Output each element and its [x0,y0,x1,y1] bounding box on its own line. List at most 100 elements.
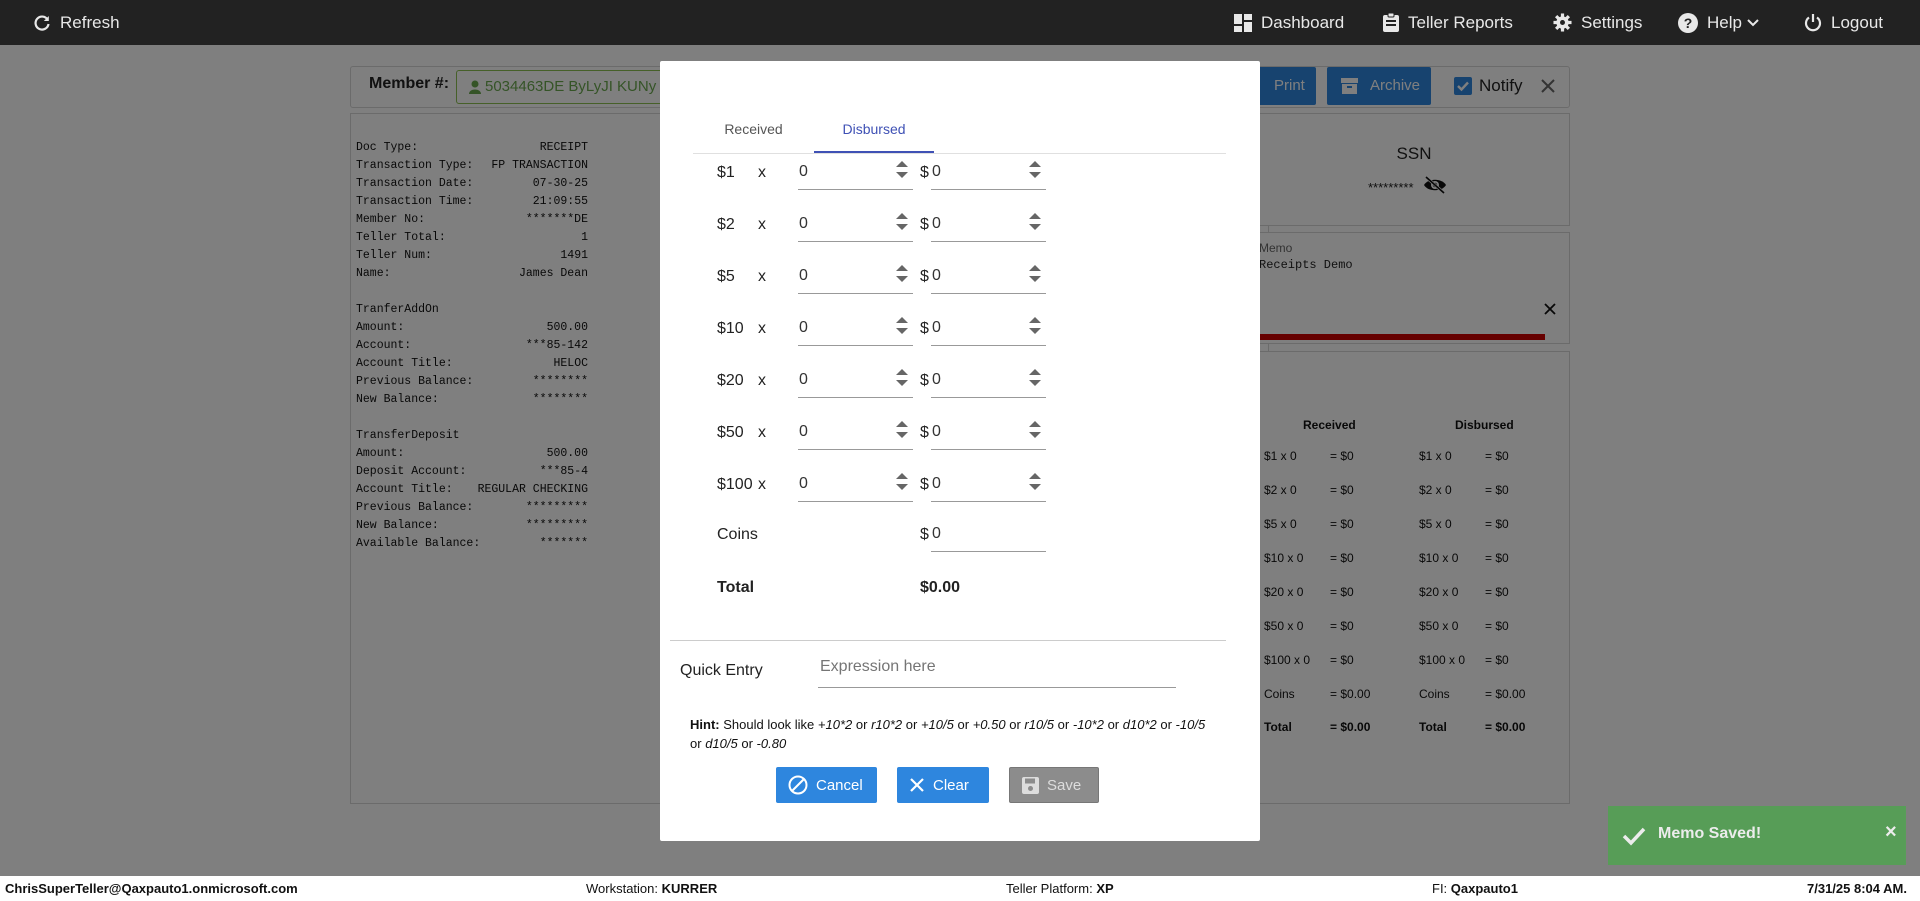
amount-spinner[interactable] [1028,313,1042,339]
hint-example: -0.80 [756,736,787,751]
count-input[interactable]: 0 [798,419,913,450]
count-spinner[interactable] [895,469,909,495]
increment-arrow-icon[interactable] [896,213,908,219]
dollar-sign: $ [920,216,929,233]
count-input[interactable]: 0 [798,367,913,398]
status-user: ChrisSuperTeller@Qaxpauto1.onmicrosoft.c… [5,881,298,896]
increment-arrow-icon[interactable] [896,369,908,375]
multiply-sign: x [758,268,766,285]
increment-arrow-icon[interactable] [1029,473,1041,479]
count-value: 0 [799,475,808,492]
chevron-down-icon [1747,18,1759,26]
check-icon [1622,827,1646,846]
dashboard-link[interactable]: Dashboard [1234,0,1344,45]
increment-arrow-icon[interactable] [1029,213,1041,219]
amount-spinner[interactable] [1028,209,1042,235]
count-spinner[interactable] [895,365,909,391]
count-spinner[interactable] [895,417,909,443]
decrement-arrow-icon[interactable] [1029,276,1041,282]
count-spinner[interactable] [895,313,909,339]
hint-example: r10/5 [1024,717,1055,732]
decrement-arrow-icon[interactable] [896,328,908,334]
decrement-arrow-icon[interactable] [1029,432,1041,438]
amount-input[interactable]: 0 [931,159,1046,190]
decrement-arrow-icon[interactable] [1029,328,1041,334]
amount-input[interactable]: 0 [931,367,1046,398]
dollar-sign: $ [920,164,929,181]
increment-arrow-icon[interactable] [896,421,908,427]
decrement-arrow-icon[interactable] [1029,172,1041,178]
count-value: 0 [799,371,808,388]
increment-arrow-icon[interactable] [896,161,908,167]
amount-input[interactable]: 0 [931,263,1046,294]
amount-input[interactable]: 0 [931,211,1046,242]
refresh-button[interactable]: Refresh [33,0,120,45]
amount-input[interactable]: 0 [931,471,1046,502]
amount-spinner[interactable] [1028,365,1042,391]
status-bar: ChrisSuperTeller@Qaxpauto1.onmicrosoft.c… [0,876,1920,901]
count-input[interactable]: 0 [798,263,913,294]
count-input[interactable]: 0 [798,159,913,190]
hint-example: +0.50 [972,717,1006,732]
tab-received[interactable]: Received [693,105,814,153]
amount-spinner[interactable] [1028,261,1042,287]
decrement-arrow-icon[interactable] [896,380,908,386]
decrement-arrow-icon[interactable] [896,224,908,230]
amount-input[interactable]: 0 [931,315,1046,346]
cancel-button[interactable]: Cancel [776,767,877,803]
toast-close-button[interactable]: × [1885,821,1897,844]
dollar-sign: $ [920,320,929,337]
quick-entry-input[interactable] [818,657,1172,677]
decrement-arrow-icon[interactable] [896,276,908,282]
amount-value: 0 [932,267,941,284]
hint-separator: or [690,736,702,751]
decrement-arrow-icon[interactable] [896,484,908,490]
clear-label: Clear [933,776,969,794]
amount-value: 0 [932,319,941,336]
amount-spinner[interactable] [1028,157,1042,183]
teller-reports-link[interactable]: Teller Reports [1383,0,1513,45]
decrement-arrow-icon[interactable] [896,172,908,178]
logout-link[interactable]: Logout [1804,0,1883,45]
decrement-arrow-icon[interactable] [1029,380,1041,386]
amount-spinner[interactable] [1028,417,1042,443]
amount-value: 0 [932,163,941,180]
count-spinner[interactable] [895,157,909,183]
increment-arrow-icon[interactable] [1029,265,1041,271]
count-value: 0 [799,163,808,180]
increment-arrow-icon[interactable] [1029,161,1041,167]
clipboard-icon [1383,13,1399,32]
refresh-icon [34,14,50,31]
decrement-arrow-icon[interactable] [1029,224,1041,230]
increment-arrow-icon[interactable] [896,265,908,271]
increment-arrow-icon[interactable] [1029,421,1041,427]
amount-spinner[interactable] [1028,469,1042,495]
power-icon [1804,14,1822,32]
denomination-label: $1 [717,164,735,181]
coins-amount-input[interactable]: 0 [931,521,1046,552]
hint-example: d10/5 [705,736,738,751]
amount-input[interactable]: 0 [931,419,1046,450]
quick-entry-divider [670,640,1226,641]
decrement-arrow-icon[interactable] [1029,484,1041,490]
count-spinner[interactable] [895,209,909,235]
clear-button[interactable]: Clear [897,767,989,803]
toast-message: Memo Saved! [1658,825,1762,842]
increment-arrow-icon[interactable] [1029,369,1041,375]
logout-label: Logout [1831,12,1883,32]
increment-arrow-icon[interactable] [896,473,908,479]
quick-entry-field[interactable] [818,653,1176,688]
x-icon [910,778,924,792]
save-button[interactable]: Save [1009,767,1099,803]
count-input[interactable]: 0 [798,471,913,502]
hint-separator: or [957,717,970,732]
decrement-arrow-icon[interactable] [896,432,908,438]
count-input[interactable]: 0 [798,315,913,346]
count-input[interactable]: 0 [798,211,913,242]
settings-link[interactable]: Settings [1553,0,1642,45]
tab-disbursed[interactable]: Disbursed [814,105,934,153]
increment-arrow-icon[interactable] [896,317,908,323]
help-menu[interactable]: ? Help [1678,0,1768,45]
increment-arrow-icon[interactable] [1029,317,1041,323]
count-spinner[interactable] [895,261,909,287]
